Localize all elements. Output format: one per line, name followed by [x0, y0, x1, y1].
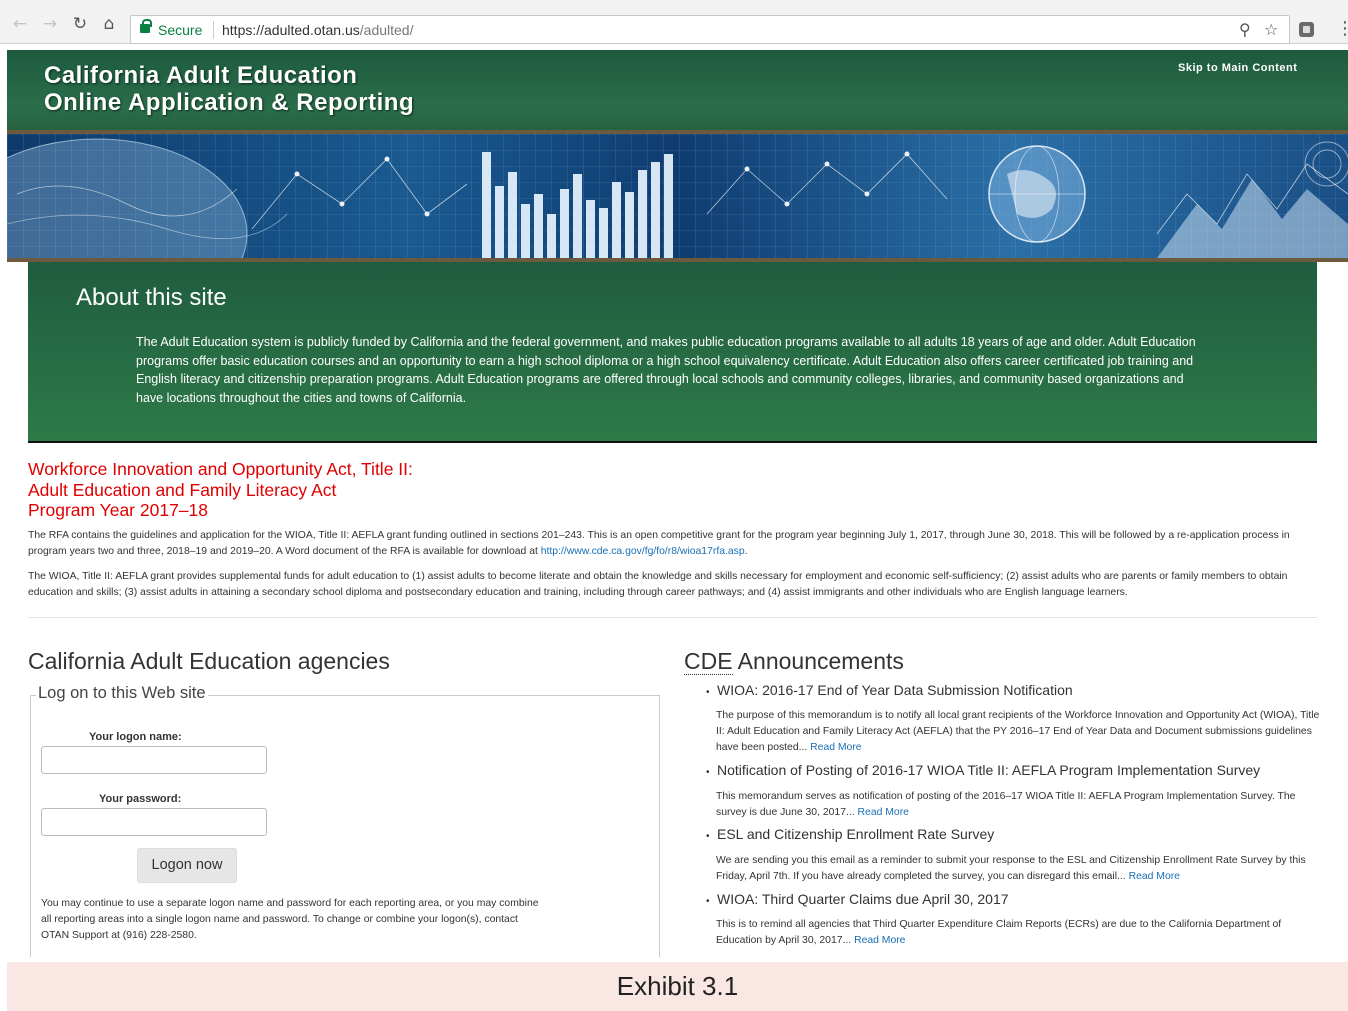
announcement-title[interactable]: • WIOA: Third Quarter Claims due April 30… — [706, 891, 1009, 907]
site-title[interactable]: California Adult Education Online Applic… — [44, 62, 414, 116]
announcements-heading-rest: Announcements — [732, 648, 904, 674]
announcement-title-text: ESL and Citizenship Enrollment Rate Surv… — [717, 826, 995, 842]
read-more-link[interactable]: Read More — [1129, 871, 1180, 882]
announcements-heading: CDE Announcements — [684, 648, 904, 675]
agencies-heading: California Adult Education agencies — [28, 648, 390, 674]
logon-button[interactable]: Logon now — [137, 848, 237, 883]
wioa-paragraph-1-end: . — [744, 546, 748, 557]
read-more-link[interactable]: Read More — [810, 742, 861, 753]
section-divider — [28, 617, 1317, 618]
password-input[interactable] — [41, 808, 267, 836]
extension-icon[interactable] — [1299, 22, 1314, 37]
announcement-description: We are sending you this email as a remin… — [716, 853, 1321, 885]
announcement-title[interactable]: • Notification of Posting of 2016-17 WIOA… — [706, 762, 1260, 778]
wioa-heading-line2: Adult Education and Family Literacy Act — [28, 479, 337, 500]
site-title-line1: California Adult Education — [44, 62, 358, 89]
cde-abbr: CDE — [684, 648, 733, 675]
lock-icon — [140, 19, 152, 33]
announcement-title[interactable]: • ESL and Citizenship Enrollment Rate Sur… — [706, 826, 994, 842]
wioa-heading: Workforce Innovation and Opportunity Act… — [28, 459, 413, 521]
reload-icon[interactable]: ↻ — [70, 14, 90, 34]
wioa-heading-line1: Workforce Innovation and Opportunity Act… — [28, 459, 413, 479]
back-arrow-icon[interactable]: ← — [10, 14, 30, 34]
star-icon[interactable]: ☆ — [1264, 20, 1278, 39]
about-text: The Adult Education system is publicly f… — [136, 335, 1196, 405]
bullet-icon: • — [706, 687, 710, 698]
url-text[interactable]: https://adulted.otan.us/adulted/ — [222, 22, 413, 38]
announcement-description: This is to remind all agencies that Thir… — [716, 917, 1321, 949]
about-panel: About this site The Adult Education syst… — [28, 262, 1317, 443]
rfa-download-link[interactable]: http://www.cde.ca.gov/fg/fo/r8/wioa17rfa… — [541, 546, 745, 557]
menu-icon[interactable]: ⋮ — [1336, 18, 1348, 39]
zoom-icon[interactable]: ⚲ — [1239, 20, 1251, 39]
home-icon[interactable]: ⌂ — [99, 14, 119, 34]
read-more-link[interactable]: Read More — [858, 807, 909, 818]
announcement-description: This memorandum serves as notification o… — [716, 789, 1321, 821]
bullet-icon: • — [706, 831, 710, 842]
wioa-heading-line3: Program Year 2017–18 — [28, 500, 208, 520]
logon-name-label: Your logon name: — [89, 731, 182, 743]
url-separator — [213, 21, 214, 39]
site-title-line2: Online Application & Reporting — [44, 89, 415, 116]
announcement-description-text: This is to remind all agencies that Thir… — [716, 919, 1282, 946]
bullet-icon: • — [706, 767, 710, 778]
exhibit-caption-bar: Exhibit 3.1 — [7, 962, 1348, 1011]
wioa-paragraph-1: The RFA contains the guidelines and appl… — [28, 528, 1328, 560]
announcement-title-text: Notification of Posting of 2016-17 WIOA … — [717, 762, 1261, 778]
exhibit-caption: Exhibit 3.1 — [616, 971, 739, 1001]
password-label: Your password: — [99, 793, 182, 805]
announcement-title-text: WIOA: 2016-17 End of Year Data Submissio… — [717, 682, 1073, 698]
announcement-description-text: The purpose of this memorandum is to not… — [716, 710, 1320, 753]
browser-toolbar: ← → ↻ ⌂ Secure https://adulted.otan.us/a… — [0, 0, 1348, 44]
logon-note: You may continue to use a separate logon… — [41, 898, 539, 941]
banner-graphic — [7, 134, 1348, 258]
forward-arrow-icon[interactable]: → — [40, 14, 60, 34]
announcement-title[interactable]: • WIOA: 2016-17 End of Year Data Submissi… — [706, 682, 1073, 698]
wioa-paragraph-2: The WIOA, Title II: AEFLA grant provides… — [28, 571, 1288, 598]
site-header: California Adult Education Online Applic… — [7, 50, 1348, 132]
about-title: About this site — [76, 284, 227, 311]
announcement-description-text: We are sending you this email as a remin… — [716, 855, 1306, 882]
address-bar[interactable]: Secure https://adulted.otan.us/adulted/ … — [130, 15, 1290, 44]
read-more-link[interactable]: Read More — [854, 935, 905, 946]
secure-label: Secure — [158, 22, 203, 38]
skip-to-main-link[interactable]: Skip to Main Content — [1178, 62, 1297, 74]
logon-name-input[interactable] — [41, 746, 267, 774]
announcement-title-text: WIOA: Third Quarter Claims due April 30,… — [717, 891, 1009, 907]
url-host: https://adulted.otan.us — [222, 22, 360, 38]
bullet-icon: • — [706, 896, 710, 907]
announcement-description: The purpose of this memorandum is to not… — [716, 708, 1321, 756]
logon-legend: Log on to this Web site — [36, 684, 208, 703]
url-path: /adulted/ — [359, 22, 414, 38]
header-banner-image — [7, 130, 1348, 262]
announcement-description-text: This memorandum serves as notification o… — [716, 791, 1296, 818]
